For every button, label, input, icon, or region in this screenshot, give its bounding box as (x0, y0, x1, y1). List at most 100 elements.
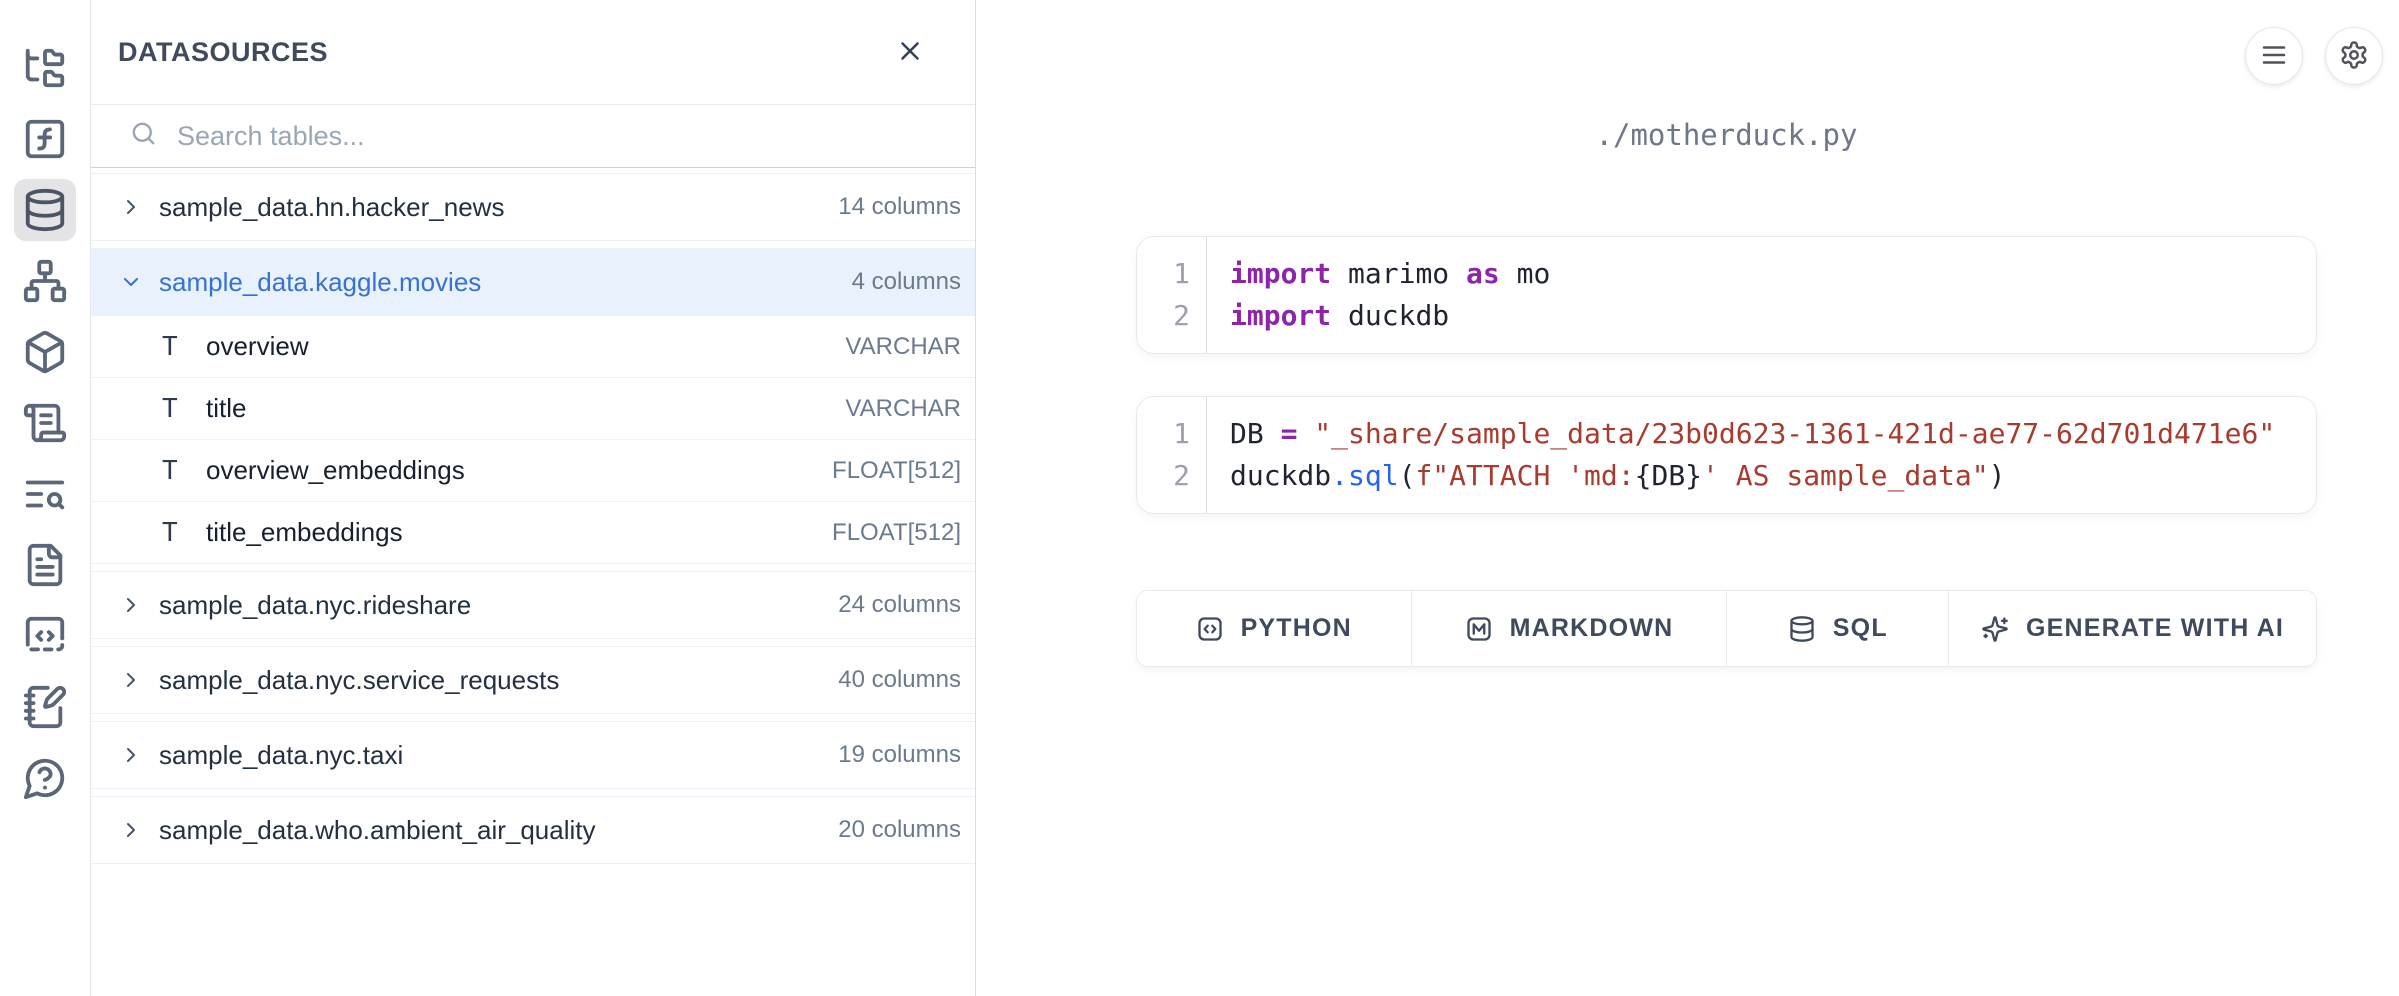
table-name: sample_data.who.ambient_air_quality (159, 815, 838, 846)
chevron-right-icon (119, 818, 145, 842)
column-row[interactable]: TtitleVARCHAR (91, 377, 975, 439)
add-cell-markdown-button[interactable]: MARKDOWN (1411, 591, 1727, 666)
code-cell[interactable]: 12 import marimo as mo import duckdb (1136, 236, 2317, 354)
datasources-panel: DATASOURCES sample_data.hn.hacker_news14… (91, 0, 976, 996)
table-name: sample_data.hn.hacker_news (159, 192, 838, 223)
package-box-icon (22, 329, 68, 375)
activity-item-notebook-pen-icon[interactable] (14, 676, 76, 738)
code-token: import (1230, 257, 1331, 290)
column-row[interactable]: Toverview_embeddingsFLOAT[512] (91, 439, 975, 501)
code-token: mo (1500, 257, 1551, 290)
code-token: marimo (1331, 257, 1466, 290)
add-cell-generate-with-ai-button[interactable]: GENERATE WITH AI (1948, 591, 2316, 666)
table-column-count: 40 columns (838, 666, 961, 694)
line-number: 1 (1137, 413, 1206, 455)
line-number: 2 (1137, 295, 1206, 337)
chevron-down-icon (119, 270, 145, 294)
line-number: 2 (1137, 455, 1206, 497)
add-cell-button-label: MARKDOWN (1510, 614, 1674, 643)
code-editor[interactable]: DB = "_share/sample_data/23b0d623-1361-4… (1207, 397, 2316, 513)
function-square-icon (22, 116, 68, 162)
table-row[interactable]: sample_data.hn.hacker_news14 columns (91, 174, 975, 240)
activity-item-scroll-text-icon[interactable] (14, 392, 76, 454)
table-name: sample_data.nyc.service_requests (159, 665, 838, 696)
activity-item-file-tree-icon[interactable] (14, 37, 76, 99)
activity-item-package-box-icon[interactable] (14, 321, 76, 383)
code-token: duckdb (1230, 459, 1331, 492)
activity-item-database-icon[interactable] (14, 179, 76, 241)
menu-icon (2259, 40, 2289, 73)
column-row[interactable]: ToverviewVARCHAR (91, 315, 975, 377)
activity-item-list-search-icon[interactable] (14, 463, 76, 525)
table-column-count: 24 columns (838, 591, 961, 619)
sparkles-icon (1981, 615, 2009, 643)
activity-item-help-bubble-icon[interactable] (14, 747, 76, 809)
add-cell-button-label: SQL (1833, 614, 1888, 643)
menu-button[interactable] (2245, 27, 2303, 85)
code-token (1297, 417, 1314, 450)
code-editor[interactable]: import marimo as mo import duckdb (1207, 237, 2316, 353)
table-row[interactable]: sample_data.nyc.service_requests40 colum… (91, 647, 975, 713)
column-type: VARCHAR (845, 395, 961, 423)
search-input[interactable] (177, 121, 955, 152)
table-card: sample_data.nyc.taxi19 columns (91, 721, 975, 789)
chevron-right-icon (119, 593, 145, 617)
text-type-icon: T (162, 394, 190, 424)
code-cell[interactable]: 12 DB = "_share/sample_data/23b0d623-1361… (1136, 396, 2317, 514)
database-icon (22, 187, 68, 233)
activity-item-network-icon[interactable] (14, 250, 76, 312)
text-type-icon: T (162, 332, 190, 362)
markdown-icon (1465, 615, 1493, 643)
search-icon (129, 119, 158, 153)
table-card: sample_data.who.ambient_air_quality20 co… (91, 796, 975, 864)
snippets-code-icon (22, 613, 68, 659)
table-column-count: 14 columns (838, 193, 961, 221)
table-card: sample_data.nyc.service_requests40 colum… (91, 646, 975, 714)
network-icon (22, 258, 68, 304)
code-token: f"ATTACH 'md: (1415, 459, 1634, 492)
line-number-gutter: 12 (1137, 397, 1207, 513)
line-number-gutter: 12 (1137, 237, 1207, 353)
code-square-icon (1196, 615, 1224, 643)
activity-item-file-text-icon[interactable] (14, 534, 76, 596)
table-row[interactable]: sample_data.nyc.taxi19 columns (91, 722, 975, 788)
chevron-right-icon (119, 195, 145, 219)
column-type: VARCHAR (845, 333, 961, 361)
table-row[interactable]: sample_data.nyc.rideshare24 columns (91, 572, 975, 638)
code-token: duckdb (1331, 299, 1449, 332)
datasources-panel-header: DATASOURCES (91, 0, 975, 105)
table-column-count: 19 columns (838, 741, 961, 769)
search-bar (91, 105, 975, 168)
activity-item-function-square-icon[interactable] (14, 108, 76, 170)
column-type: FLOAT[512] (832, 519, 961, 547)
column-type: FLOAT[512] (832, 457, 961, 485)
code-token: import (1230, 299, 1331, 332)
code-line: DB = "_share/sample_data/23b0d623-1361-4… (1230, 413, 2316, 455)
code-token: = (1281, 417, 1298, 450)
add-cell-button-label: PYTHON (1241, 614, 1352, 643)
table-row[interactable]: sample_data.kaggle.movies4 columns (91, 249, 975, 315)
code-token: .sql (1331, 459, 1398, 492)
add-cell-sql-button[interactable]: SQL (1726, 591, 1948, 666)
add-cell-python-button[interactable]: PYTHON (1137, 591, 1411, 666)
activity-item-snippets-code-icon[interactable] (14, 605, 76, 667)
line-number: 1 (1137, 253, 1206, 295)
settings-button[interactable] (2325, 27, 2383, 85)
text-type-icon: T (162, 518, 190, 548)
column-row[interactable]: Ttitle_embeddingsFLOAT[512] (91, 501, 975, 563)
help-bubble-icon (22, 755, 68, 801)
code-token: ) (1989, 459, 2006, 492)
code-token: as (1466, 257, 1500, 290)
close-panel-button[interactable] (889, 30, 931, 75)
table-row[interactable]: sample_data.who.ambient_air_quality20 co… (91, 797, 975, 863)
table-card: sample_data.kaggle.movies4 columnsToverv… (91, 248, 975, 564)
close-icon (895, 36, 925, 69)
panel-title: DATASOURCES (118, 37, 328, 68)
database-icon (1788, 615, 1816, 643)
chevron-right-icon (119, 743, 145, 767)
scroll-text-icon (22, 400, 68, 446)
table-name: sample_data.kaggle.movies (159, 267, 852, 298)
table-name: sample_data.nyc.rideshare (159, 590, 838, 621)
code-token: ' AS sample_data" (1702, 459, 1989, 492)
settings-icon (2339, 40, 2369, 73)
